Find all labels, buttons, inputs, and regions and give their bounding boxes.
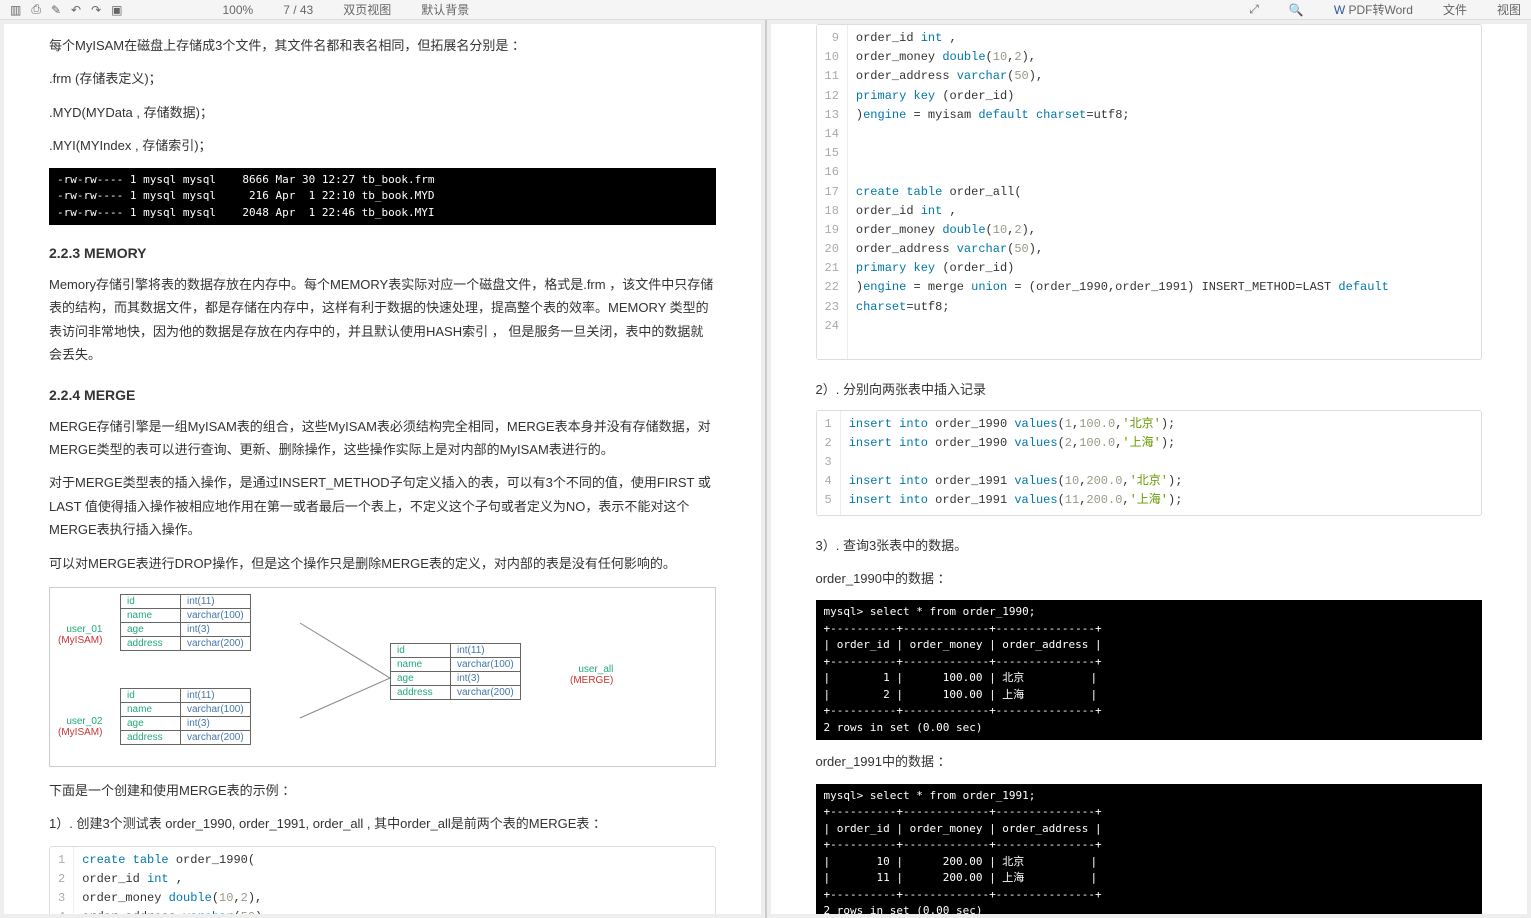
- paragraph: .MYI(MYIndex , 存储索引)；: [49, 134, 716, 157]
- heading-223: 2.2.3 MEMORY: [49, 245, 716, 261]
- edit-icon[interactable]: ✎: [51, 3, 61, 17]
- terminal-1990: mysql> select * from order_1990; +------…: [816, 600, 1483, 740]
- terminal-1991: mysql> select * from order_1991; +------…: [816, 784, 1483, 914]
- diagram-table-user01: idint(11)namevarchar(100)ageint(3)addres…: [120, 594, 251, 651]
- code-block-3: 12345 insert into order_1990 values(1,10…: [816, 410, 1483, 516]
- pdf-to-word-button[interactable]: PDF转Word: [1349, 3, 1413, 17]
- diagram-label-user01-type: (MyISAM): [58, 635, 102, 646]
- print-icon[interactable]: ⎙: [31, 2, 41, 17]
- paragraph: 对于MERGE类型表的插入操作，是通过INSERT_METHOD子句定义插入的表…: [49, 471, 716, 541]
- paragraph: .MYD(MYData , 存储数据)；: [49, 101, 716, 124]
- code-block-1: 12345 create table order_1990( order_id …: [49, 846, 716, 914]
- diagram-table-userall: idint(11)namevarchar(100)ageint(3)addres…: [390, 643, 521, 700]
- word-icon: W: [1334, 3, 1345, 17]
- redo-icon[interactable]: ↷: [91, 3, 101, 17]
- paragraph: 每个MyISAM在磁盘上存储成3个文件，其文件名都和表名相同，但拓展名分别是 ：: [49, 34, 716, 57]
- page-current[interactable]: 7: [283, 3, 290, 17]
- search-icon[interactable]: 🔍: [1289, 3, 1304, 17]
- undo-icon[interactable]: ↶: [71, 3, 81, 17]
- paragraph: Memory存储引擎将表的数据存放在内存中。每个MEMORY表实际对应一个磁盘文…: [49, 273, 716, 367]
- page-left: 每个MyISAM在磁盘上存储成3个文件，其文件名都和表名相同，但拓展名分别是 ：…: [4, 24, 761, 914]
- code-block-2: 9101112131415161718192021222324 order_id…: [816, 24, 1483, 360]
- paragraph: .frm (存储表定义)；: [49, 67, 716, 90]
- paragraph: 下面是一个创建和使用MERGE表的示例 ：: [49, 779, 716, 802]
- step-3-label: 3）. 查询3张表中的数据。: [816, 534, 1483, 557]
- page-total: / 43: [293, 3, 313, 17]
- menu-view[interactable]: 视图: [1497, 1, 1521, 18]
- label-1991: order_1991中的数据 ：: [816, 750, 1483, 773]
- expand-icon[interactable]: ⤢: [1249, 2, 1259, 17]
- diagram-label-userall: user_all: [578, 664, 613, 675]
- label-1990: order_1990中的数据 ：: [816, 567, 1483, 590]
- paragraph: 可以对MERGE表进行DROP操作，但是这个操作只是删除MERGE表的定义，对内…: [49, 552, 716, 575]
- diagram-label-user02-type: (MyISAM): [58, 727, 102, 738]
- terminal-output: -rw-rw---- 1 mysql mysql 8666 Mar 30 12:…: [49, 168, 716, 226]
- paragraph: MERGE存储引擎是一组MyISAM表的组合，这些MyISAM表必须结构完全相同…: [49, 415, 716, 462]
- zoom-level[interactable]: 100%: [222, 3, 253, 17]
- paragraph: 1）. 创建3个测试表 order_1990, order_1991, orde…: [49, 812, 716, 835]
- diagram-label-userall-type: (MERGE): [570, 675, 613, 686]
- page-right: 9101112131415161718192021222324 order_id…: [771, 24, 1528, 914]
- step-2-label: 2）. 分别向两张表中插入记录: [816, 378, 1483, 401]
- diagram-table-user02: idint(11)namevarchar(100)ageint(3)addres…: [120, 688, 251, 745]
- diagram-label-user02: user_02: [66, 716, 102, 727]
- diagram-label-user01: user_01: [66, 624, 102, 635]
- merge-diagram: user_01 (MyISAM) idint(11)namevarchar(10…: [49, 587, 716, 767]
- bg-mode-dropdown[interactable]: 默认背景: [421, 1, 469, 18]
- fit-icon[interactable]: ▣: [111, 3, 122, 17]
- menu-file[interactable]: 文件: [1443, 1, 1467, 18]
- sidebar-icon[interactable]: ▥: [10, 3, 21, 17]
- heading-224: 2.2.4 MERGE: [49, 387, 716, 403]
- toolbar: ▥ ⎙ ✎ ↶ ↷ ▣ 100% 7 / 43 双页视图 默认背景 ⤢ 🔍 W …: [0, 0, 1531, 20]
- view-mode-dropdown[interactable]: 双页视图: [343, 1, 391, 18]
